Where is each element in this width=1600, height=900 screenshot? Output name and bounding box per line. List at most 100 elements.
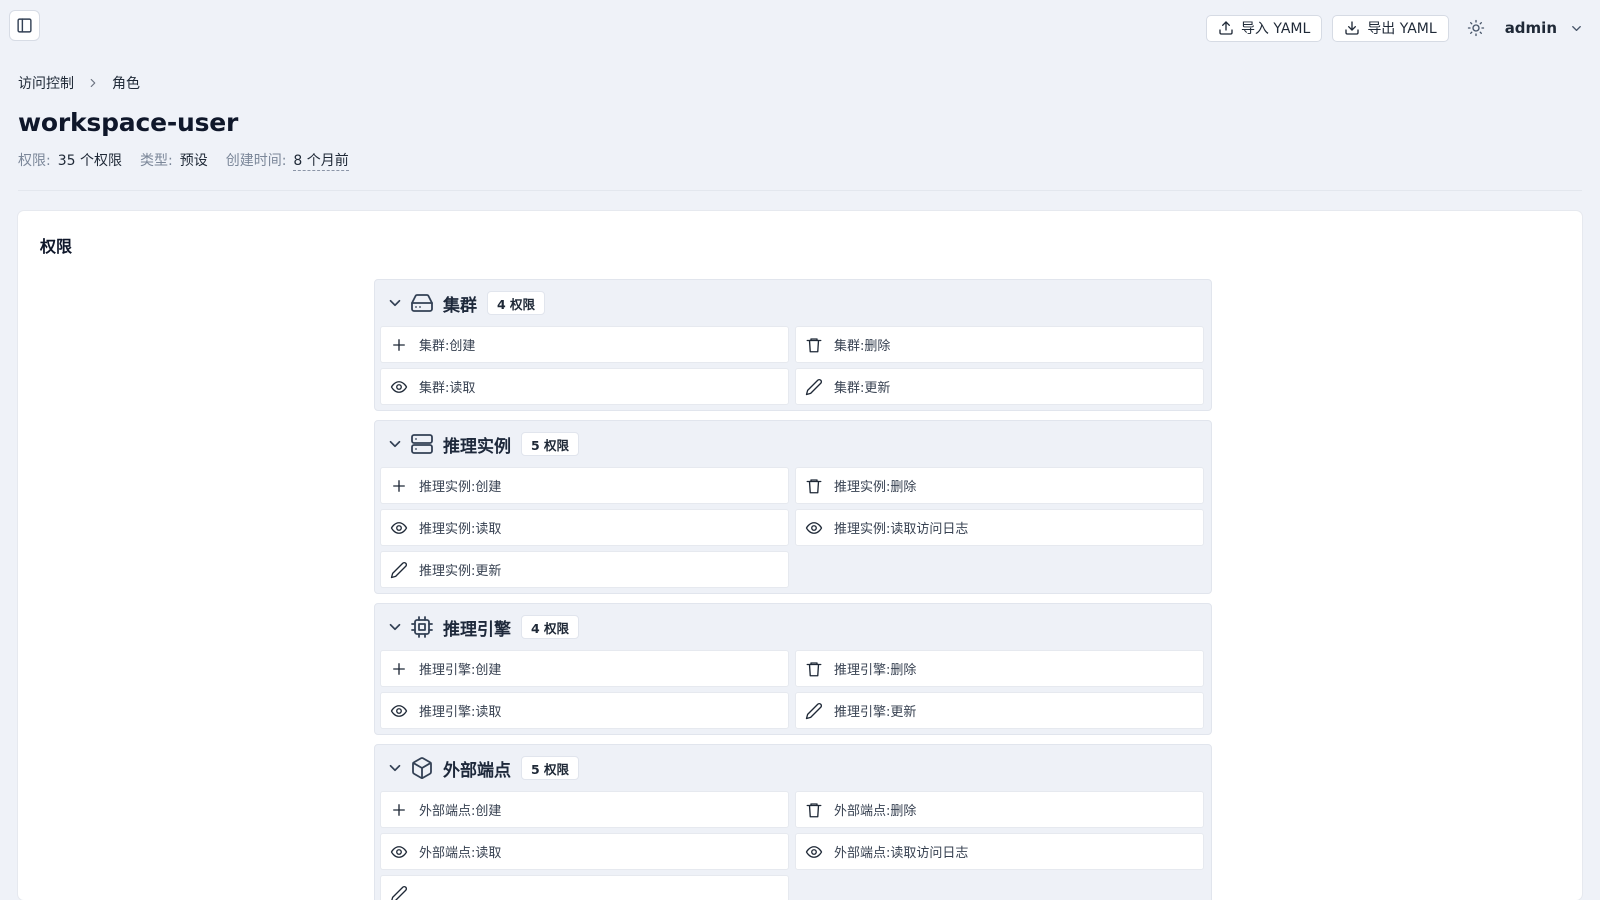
permission-label: 外部端点:读取 bbox=[419, 846, 502, 861]
plus-icon bbox=[393, 662, 405, 675]
permission-label: 外部端点:删除 bbox=[834, 804, 917, 819]
permission-item: 集群:创建 bbox=[380, 326, 789, 363]
permission-group-header[interactable]: 推理引擎 4 权限 bbox=[380, 604, 1206, 650]
eye-icon bbox=[805, 845, 823, 858]
download-icon bbox=[1345, 21, 1359, 35]
permission-item: 外部端点:读取 bbox=[380, 833, 789, 870]
permission-group-title: 集群 bbox=[443, 295, 477, 316]
permission-count-badge: 5 权限 bbox=[521, 756, 580, 780]
header-divider bbox=[18, 190, 1582, 191]
permission-item: 推理实例:读取 bbox=[380, 509, 789, 546]
meta-type-label: 类型: bbox=[139, 153, 173, 169]
pencil-icon bbox=[805, 378, 822, 395]
permission-label: 推理实例:更新 bbox=[419, 564, 502, 579]
plus-icon bbox=[393, 479, 405, 492]
permission-item: 推理引擎:读取 bbox=[380, 692, 789, 729]
permission-label: 推理引擎:更新 bbox=[834, 705, 917, 720]
permission-item: 外部端点:读取访问日志 bbox=[795, 833, 1204, 870]
permission-label: 推理实例:读取 bbox=[419, 522, 502, 537]
permission-label: 集群:更新 bbox=[834, 381, 891, 396]
permission-item: 外部端点:删除 bbox=[795, 791, 1204, 828]
pencil-icon bbox=[805, 702, 822, 719]
server-icon bbox=[411, 434, 433, 454]
permission-group: 集群 4 权限集群:创建 集群:删除集群:读取 集群:更新 bbox=[374, 279, 1212, 411]
meta-created-label: 创建时间: bbox=[225, 153, 287, 169]
pencil-icon bbox=[391, 885, 407, 900]
page-title: workspace-user bbox=[18, 108, 239, 137]
trash-icon bbox=[806, 802, 822, 817]
eye-icon bbox=[390, 521, 408, 534]
trash-icon bbox=[806, 337, 822, 352]
meta-type-value: 预设 bbox=[179, 153, 208, 169]
meta-created: 创建时间: 8 个月前 bbox=[226, 150, 349, 171]
sidebar-panel-icon bbox=[17, 18, 32, 33]
plus-icon bbox=[393, 803, 405, 816]
upload-icon bbox=[1219, 21, 1233, 35]
permission-label: 推理引擎:创建 bbox=[419, 663, 502, 678]
top-bar: 导入 YAML 导出 YAML admin bbox=[0, 0, 1600, 54]
chevron-down-icon[interactable] bbox=[386, 759, 404, 777]
permission-count-badge: 5 权限 bbox=[521, 432, 580, 456]
permission-count-badge: 4 权限 bbox=[521, 615, 580, 639]
permission-item: 集群:更新 bbox=[795, 368, 1204, 405]
permission-item: 推理实例:创建 bbox=[380, 467, 789, 504]
user-menu[interactable]: admin bbox=[1505, 19, 1584, 37]
permission-group-title: 推理引擎 bbox=[443, 619, 511, 640]
permission-item: 推理实例:更新 bbox=[380, 551, 789, 588]
permission-group-title: 外部端点 bbox=[443, 760, 511, 781]
chevron-down-icon[interactable] bbox=[386, 618, 404, 636]
permission-item: 推理实例:读取访问日志 bbox=[795, 509, 1204, 546]
permission-group: 推理引擎 4 权限推理引擎:创建 推理引擎:删除推理引擎:读取 推理引擎:更新 bbox=[374, 603, 1212, 735]
permission-item: 推理引擎:更新 bbox=[795, 692, 1204, 729]
permission-group-header[interactable]: 推理实例 5 权限 bbox=[380, 421, 1206, 467]
permission-group: 推理实例 5 权限推理实例:创建 推理实例:删除推理实例:读取 推理实例:读取访问日志… bbox=[374, 420, 1212, 594]
permission-label: 集群:创建 bbox=[419, 339, 476, 354]
permission-list: 集群:创建 集群:删除集群:读取 集群:更新 bbox=[380, 326, 1206, 405]
eye-icon bbox=[390, 704, 408, 717]
meta-permissions-label: 权限: bbox=[18, 153, 51, 169]
permission-groups: 集群 4 权限 集群:创建 集群:删除 集群:读取 集群:更新 推理实例 5 权限 推理实例:创… bbox=[374, 279, 1212, 900]
chevron-down-icon[interactable] bbox=[386, 435, 404, 453]
chevron-right-icon bbox=[90, 78, 96, 88]
breadcrumb-access-control[interactable]: 访问控制 bbox=[18, 73, 74, 93]
top-actions: 导入 YAML 导出 YAML admin bbox=[1196, 13, 1584, 43]
permission-group-header[interactable]: 集群 4 权限 bbox=[380, 280, 1206, 326]
export-yaml-button[interactable]: 导出 YAML bbox=[1332, 14, 1449, 42]
theme-toggle-button[interactable] bbox=[1461, 13, 1491, 43]
permission-label: 推理实例:删除 bbox=[834, 480, 917, 495]
eye-icon bbox=[805, 521, 823, 534]
permission-item: 推理引擎:创建 bbox=[380, 650, 789, 687]
permission-group: 外部端点 5 权限外部端点:创建 外部端点:删除外部端点:读取 外部端点:读取访问日志 bbox=[374, 744, 1212, 900]
permission-label: 推理引擎:读取 bbox=[419, 705, 502, 720]
permission-label: 推理实例:创建 bbox=[419, 480, 502, 495]
permission-label: 推理引擎:删除 bbox=[834, 663, 917, 678]
permission-item: 集群:读取 bbox=[380, 368, 789, 405]
meta-permissions-value: 35 个权限 bbox=[57, 153, 122, 169]
permission-item: 集群:删除 bbox=[795, 326, 1204, 363]
permission-label: 集群:删除 bbox=[834, 339, 891, 354]
permission-label: 外部端点:读取访问日志 bbox=[834, 846, 969, 861]
box-icon bbox=[412, 757, 432, 779]
eye-icon bbox=[390, 845, 408, 858]
pencil-icon bbox=[390, 561, 407, 578]
export-yaml-label: 导出 YAML bbox=[1367, 21, 1437, 37]
permissions-card-title: 权限 bbox=[40, 237, 73, 256]
meta-created-value: 8 个月前 bbox=[293, 150, 349, 171]
permission-group-header[interactable]: 外部端点 5 权限 bbox=[380, 745, 1206, 791]
eye-icon bbox=[390, 380, 408, 393]
breadcrumb-roles[interactable]: 角色 bbox=[112, 73, 140, 93]
permission-list: 推理实例:创建 推理实例:删除推理实例:读取 推理实例:读取访问日志推理实例:更新 bbox=[380, 467, 1206, 588]
sidebar-toggle-button[interactable] bbox=[9, 10, 40, 41]
permission-label: 集群:读取 bbox=[419, 381, 476, 396]
import-yaml-button[interactable]: 导入 YAML bbox=[1205, 14, 1323, 42]
permission-item: 推理实例:删除 bbox=[795, 467, 1204, 504]
permissions-card: 权限 集群 4 权限 集群:创建 集群:删除 集群:读取 集群:更新 推理实例 5 权限 推理实… bbox=[18, 211, 1582, 900]
trash-icon bbox=[806, 478, 822, 493]
user-name: admin bbox=[1504, 19, 1557, 37]
chevron-down-icon bbox=[1572, 25, 1581, 31]
meta-type: 类型: 预设 bbox=[140, 150, 208, 171]
chevron-down-icon[interactable] bbox=[386, 294, 404, 312]
permission-count-badge: 4 权限 bbox=[487, 291, 546, 315]
permission-list: 外部端点:创建 外部端点:删除外部端点:读取 外部端点:读取访问日志 bbox=[380, 791, 1206, 900]
permission-item: 外部端点:创建 bbox=[380, 791, 789, 828]
